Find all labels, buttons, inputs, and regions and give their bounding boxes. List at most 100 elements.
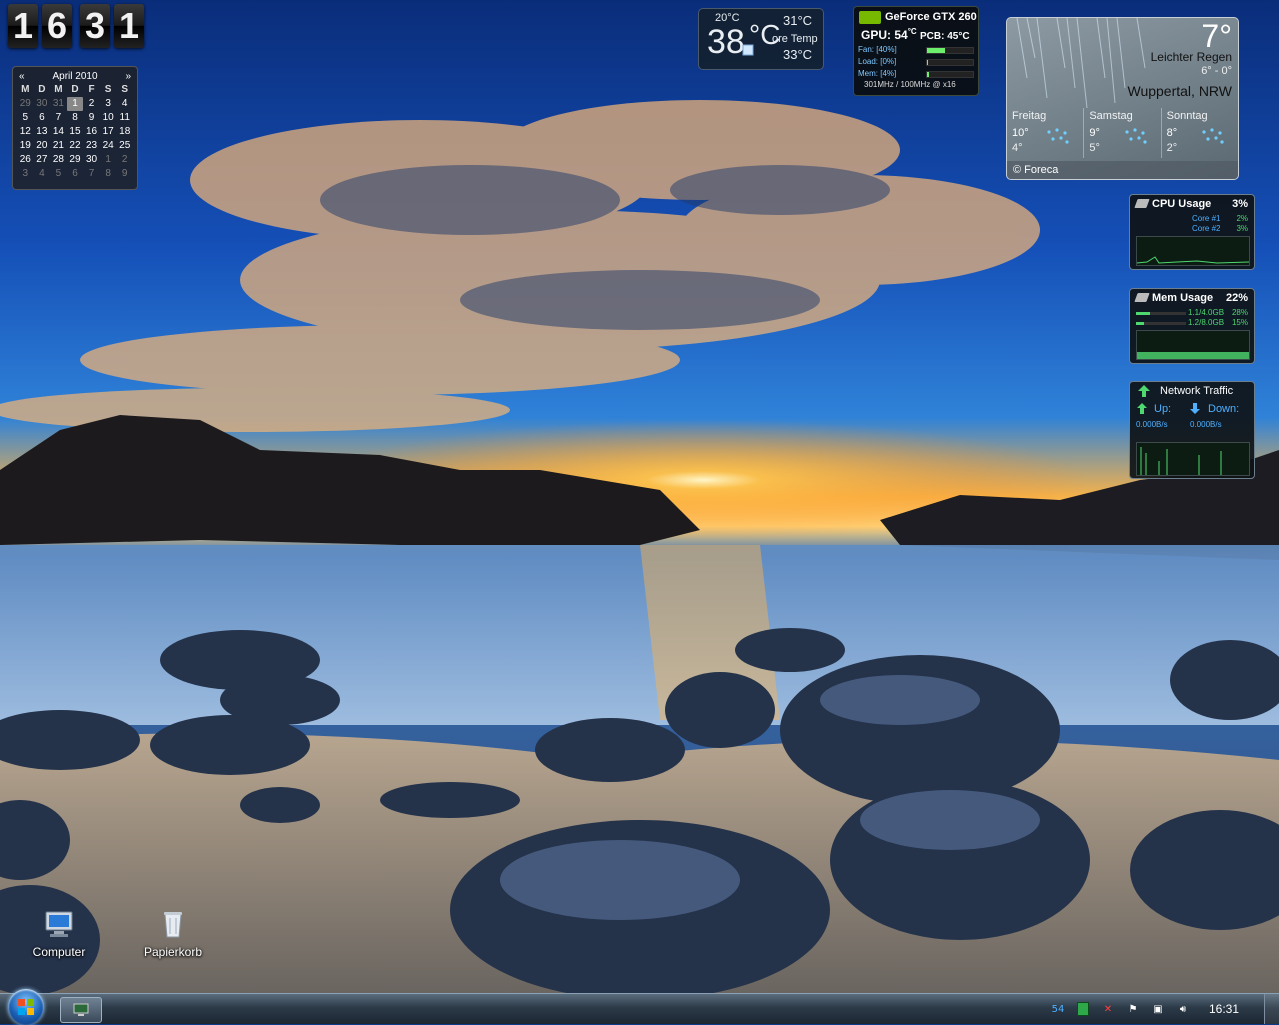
calendar-day[interactable]: 1 <box>100 153 117 167</box>
calendar-day[interactable]: 24 <box>100 139 117 153</box>
calendar-day[interactable]: 16 <box>83 125 100 139</box>
cpu-usage-gadget[interactable]: CPU Usage 3% Core #1 2% Core #2 3% <box>1129 194 1255 270</box>
forecast-day-name: Sonntag <box>1166 110 1208 122</box>
recycle-bin-icon <box>164 912 182 938</box>
nvidia-logo-icon <box>859 11 881 24</box>
calendar-day[interactable]: 8 <box>67 111 84 125</box>
calendar-day[interactable]: 7 <box>83 167 100 181</box>
core-temp-second: 33°C <box>783 47 813 62</box>
desktop-icon-label: Computer <box>32 945 86 959</box>
calendar-grid: M D M D F S S 29 30 31 1 2 3 4 5 6 7 8 9 10 11 12 13 14 15 16 17 18… <box>13 83 137 181</box>
tray-gpu-temp[interactable]: 54 <box>1049 1001 1067 1017</box>
cpu-gadget-icon <box>1134 199 1150 208</box>
forecast-high: 9° <box>1089 127 1100 139</box>
weather-gadget[interactable]: 7° Leichter Regen 6° - 0° Wuppertal, NRW… <box>1006 17 1239 180</box>
calendar-day[interactable]: 11 <box>116 111 133 125</box>
calendar-day[interactable]: 15 <box>67 125 84 139</box>
action-center-flag-icon[interactable]: ⚑ <box>1124 1001 1142 1017</box>
volume-icon[interactable]: 🔊︎ <box>1174 1001 1192 1017</box>
calendar-month-title: April 2010 <box>52 70 98 82</box>
gpu-fan-bar <box>926 47 974 54</box>
core-temp-gadget[interactable]: 20°C 38 °C 31°C ore Temp 33°C <box>698 8 824 70</box>
calendar-day[interactable]: 14 <box>50 125 67 139</box>
mem-history-graph <box>1136 330 1250 360</box>
calendar-day[interactable]: 22 <box>67 139 84 153</box>
clock-digit: 1 <box>114 4 144 48</box>
desktop-icon-recycle-bin[interactable]: Papierkorb <box>133 908 213 959</box>
calendar-day[interactable]: 19 <box>17 139 34 153</box>
calendar-day[interactable]: 26 <box>17 153 34 167</box>
gpu-name: GeForce GTX 260 <box>885 11 977 23</box>
gpu-load-label: Load: [0%] <box>858 57 897 66</box>
calendar-day[interactable]: 21 <box>50 139 67 153</box>
gpu-fan-label: Fan: [40%] <box>858 45 897 54</box>
download-arrow-icon <box>1190 403 1200 414</box>
pcb-temp: PCB: 45°C <box>920 31 970 42</box>
calendar-day[interactable]: 23 <box>83 139 100 153</box>
cpu-usage-pct: 3% <box>1232 198 1248 210</box>
calendar-gadget[interactable]: « April 2010 » M D M D F S S 29 30 31 1 2 3 4 5 6 7 8 9 10 1… <box>12 66 138 190</box>
clock-digit: 1 <box>8 4 38 48</box>
network-traffic-gadget[interactable]: Network Traffic Up: Down: 0.000B/s 0.000… <box>1129 381 1255 479</box>
calendar-day[interactable]: 8 <box>100 167 117 181</box>
cpu-usage-title: CPU Usage <box>1152 198 1212 210</box>
calendar-day[interactable]: 2 <box>83 97 100 111</box>
calendar-day[interactable]: 13 <box>34 125 51 139</box>
calendar-day[interactable]: 12 <box>17 125 34 139</box>
desktop-icon-computer[interactable]: Computer <box>19 908 99 959</box>
calendar-day[interactable]: 4 <box>34 167 51 181</box>
calendar-day[interactable]: 27 <box>34 153 51 167</box>
calendar-day[interactable]: 28 <box>50 153 67 167</box>
mem-row-bar <box>1136 322 1186 325</box>
calendar-day[interactable]: 29 <box>67 153 84 167</box>
calendar-day[interactable]: 4 <box>116 97 133 111</box>
calendar-day[interactable]: 6 <box>34 111 51 125</box>
clock-digit: 3 <box>80 4 110 48</box>
calendar-day[interactable]: 9 <box>83 111 100 125</box>
calendar-day[interactable]: 30 <box>83 153 100 167</box>
tray-network-error-icon[interactable]: ✕ <box>1099 1001 1117 1017</box>
core-temp-main: 38 <box>707 23 745 61</box>
gpu-monitor-gadget[interactable]: GeForce GTX 260 GPU: 54°C PCB: 45°C Fan:… <box>853 6 979 96</box>
mem-usage-pct: 22% <box>1225 292 1248 304</box>
weather-source-link[interactable]: © Foreca <box>1007 161 1238 179</box>
calendar-day[interactable]: 3 <box>17 167 34 181</box>
forecast-low: 2° <box>1166 142 1178 154</box>
calendar-day[interactable]: 5 <box>50 167 67 181</box>
calendar-day[interactable]: 9 <box>116 167 133 181</box>
weather-condition: Leichter Regen <box>1150 50 1232 64</box>
calendar-day[interactable]: 6 <box>67 167 84 181</box>
calendar-day[interactable]: 25 <box>116 139 133 153</box>
forecast-day: Freitag 10° 4° <box>1007 108 1083 158</box>
taskbar-clock[interactable]: 16:31 <box>1209 1002 1239 1016</box>
calendar-day[interactable]: 29 <box>17 97 34 111</box>
tray-green-icon[interactable] <box>1074 1001 1092 1017</box>
network-up-label: Up: <box>1154 403 1172 415</box>
start-button[interactable] <box>8 989 44 1025</box>
calendar-day[interactable]: 18 <box>116 125 133 139</box>
calendar-next-button[interactable]: » <box>125 71 131 82</box>
calendar-day[interactable]: 17 <box>100 125 117 139</box>
network-icon[interactable]: ▣ <box>1149 1001 1167 1017</box>
calendar-day[interactable]: 20 <box>34 139 51 153</box>
calendar-day[interactable]: 10 <box>100 111 117 125</box>
calendar-day[interactable]: 1 <box>66 97 84 111</box>
calendar-day[interactable]: 7 <box>50 111 67 125</box>
gpu-mem-label: Mem: [4%] <box>858 69 897 78</box>
calendar-day[interactable]: 30 <box>34 97 51 111</box>
calendar-prev-button[interactable]: « <box>19 71 25 82</box>
mem-usage-title: Mem Usage <box>1152 292 1214 304</box>
forecast-day: Samstag 9° 5° <box>1083 108 1160 158</box>
weather-range: 6° - 0° <box>1201 65 1232 77</box>
taskbar-app-button[interactable] <box>60 997 102 1023</box>
calendar-weekday: S <box>104 84 112 95</box>
flip-clock-gadget[interactable]: 1 6 3 1 <box>8 4 144 48</box>
desktop-icon-label: Papierkorb <box>143 945 203 959</box>
calendar-day[interactable]: 3 <box>100 97 117 111</box>
calendar-day[interactable]: 2 <box>116 153 133 167</box>
mem-usage-gadget[interactable]: Mem Usage 22% 1.1/4.0GB 28% 1.2/8.0GB 15… <box>1129 288 1255 364</box>
cpu-history-graph <box>1136 236 1250 266</box>
calendar-day[interactable]: 31 <box>50 97 67 111</box>
calendar-day[interactable]: 5 <box>17 111 34 125</box>
show-desktop-button[interactable] <box>1264 994 1279 1024</box>
